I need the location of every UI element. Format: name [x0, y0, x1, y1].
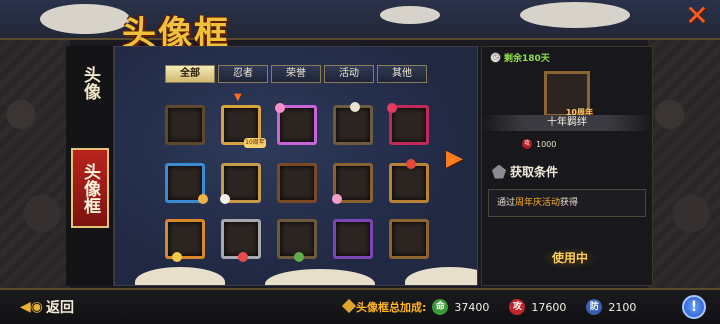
avatar-frame-slot[interactable]: [333, 102, 373, 145]
cloud-decoration: [380, 6, 440, 24]
avatar-frame-slot[interactable]: [165, 219, 205, 262]
back-label: 返回: [46, 300, 74, 316]
character-icon: [220, 194, 230, 204]
character-icon: [350, 102, 360, 112]
character-icon: [238, 252, 248, 262]
avatar-frame-slot[interactable]: [277, 219, 317, 262]
avatar-frame-slot[interactable]: [275, 103, 317, 145]
avatar-frame-slot[interactable]: [165, 163, 208, 204]
condition-highlight: 周年庆活动: [515, 198, 561, 208]
frog-icon: [294, 252, 304, 262]
bonus-label: 头像框总加成:: [356, 301, 427, 314]
cloud-decoration: [520, 2, 630, 28]
avatar-frame-slot[interactable]: [165, 105, 205, 145]
flower-icon: [332, 194, 342, 204]
condition-icon: [492, 164, 506, 179]
sidebar-item-avatar-frame[interactable]: 头像框: [71, 148, 109, 228]
avatar-frame-slot[interactable]: [389, 219, 429, 259]
avatar-frame-slot[interactable]: [332, 163, 373, 204]
tab-ninja[interactable]: 忍者: [218, 65, 268, 83]
cloud-decoration: [40, 4, 130, 34]
coin-icon: 攻: [522, 139, 532, 149]
condition-heading: 获取条件: [492, 163, 558, 180]
flower-icon: [275, 103, 285, 113]
back-button[interactable]: ◀◉ 返回: [20, 297, 74, 317]
avatar-frame-slot[interactable]: [221, 219, 261, 262]
defense-value: 2100: [608, 300, 637, 314]
avatar-frame-slot[interactable]: [333, 219, 373, 259]
filter-tabs: 全部 忍者 荣誉 活动 其他: [165, 65, 427, 83]
bonus-stats: 头像框总加成: 命 37400 攻 17600 防 2100: [356, 299, 650, 315]
remaining-time: ◷ 剩余180天: [490, 51, 550, 64]
remaining-text: 剩余180天: [504, 54, 550, 64]
frame-name: 十年羁绊: [482, 115, 652, 131]
tab-honor[interactable]: 荣誉: [271, 65, 321, 83]
help-button[interactable]: !: [682, 295, 706, 319]
hp-value: 37400: [454, 300, 490, 314]
frame-price: 攻 1000: [522, 139, 556, 149]
hp-icon: 命: [432, 299, 449, 315]
tab-all[interactable]: 全部: [165, 65, 215, 83]
character-icon: [198, 194, 208, 204]
frame-grid-panel: 全部 忍者 荣誉 活动 其他 10周年: [114, 46, 478, 286]
condition-box: 通过周年庆活动获得: [488, 189, 646, 217]
avatar-frame-slot[interactable]: [387, 103, 429, 145]
wave-decoration: [265, 269, 375, 285]
condition-prefix: 通过: [497, 198, 516, 208]
right-decoration: [648, 40, 720, 288]
sidebar-item-avatar[interactable]: 头像: [71, 60, 109, 106]
close-button[interactable]: ✕: [682, 2, 712, 30]
lantern-icon: [406, 159, 416, 169]
avatar-frame-slot[interactable]: [389, 159, 429, 203]
bottom-bar: ◀◉ 返回 头像框总加成: 命 37400 攻 17600 防 2100 !: [0, 288, 720, 324]
tab-event[interactable]: 活动: [324, 65, 374, 83]
defense-icon: 防: [586, 299, 603, 315]
frame-info-panel: ◷ 剩余180天 10周年 十年羁绊 攻 1000 获取条件 通过周年庆活动获得…: [481, 46, 653, 286]
wave-decoration: [135, 267, 225, 285]
diamond-icon: [341, 298, 357, 314]
avatar-frame-slot[interactable]: [277, 163, 317, 203]
wave-decoration: [405, 267, 477, 285]
avatar-frame-slot-selected[interactable]: 10周年: [221, 92, 266, 148]
back-arrow-icon: ◀◉: [20, 299, 43, 315]
price-value: 1000: [536, 139, 557, 149]
clock-icon: ◷: [490, 52, 501, 63]
attack-icon: 攻: [509, 299, 526, 315]
flower-icon: [387, 103, 397, 113]
badge-10th-icon: 10周年: [244, 138, 266, 148]
category-sidebar: 头像 头像框: [66, 46, 114, 286]
avatar-frame-slot[interactable]: [220, 163, 261, 204]
in-use-button[interactable]: 使用中: [542, 247, 598, 269]
left-decoration: [0, 40, 70, 288]
attack-value: 17600: [531, 300, 567, 314]
next-page-arrow-icon[interactable]: ▶: [446, 146, 463, 171]
frame-preview: 10周年: [544, 71, 593, 117]
tab-other[interactable]: 其他: [377, 65, 427, 83]
character-icon: [172, 252, 182, 262]
condition-title: 获取条件: [510, 165, 559, 179]
condition-suffix: 获得: [560, 198, 579, 208]
